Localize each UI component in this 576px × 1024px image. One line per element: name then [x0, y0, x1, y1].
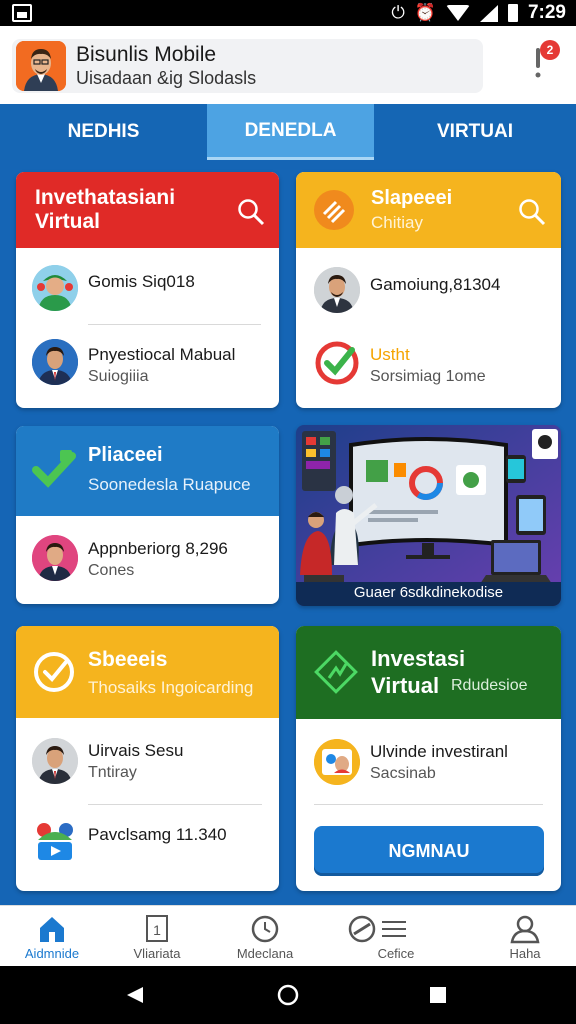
signal-icon	[479, 4, 498, 22]
card-title: Investasi	[371, 646, 466, 671]
card-header: Sbeeeis Thosaiks Ingoicarding	[16, 626, 279, 718]
nav-label: Vliariata	[133, 946, 181, 961]
row-title: Pavclsamg 11.340	[88, 825, 227, 844]
status-bar: ⏻ ⏰ 7:29	[0, 0, 576, 26]
nav-item-document[interactable]: 1 Vliariata	[109, 906, 205, 967]
card-sbeeeis[interactable]: Sbeeeis Thosaiks Ingoicarding Uirvais Se…	[16, 626, 279, 891]
nav-label: Mdeclana	[236, 946, 294, 961]
search-icon[interactable]	[518, 198, 546, 226]
virtual-meeting-illustration	[296, 425, 561, 606]
row-title: Gamoiung,81304	[370, 275, 501, 294]
card-header: Invethatasiani Virtual	[16, 172, 279, 248]
search-icon[interactable]	[237, 198, 265, 226]
nav-label: Cefice	[377, 946, 415, 961]
card-title-line2: Virtual	[371, 673, 440, 698]
divider	[314, 804, 543, 805]
primary-action-button[interactable]: NGMNAU	[314, 826, 544, 876]
row-subtitle: Suiogiiia	[88, 368, 149, 385]
image-caption: Guaer 6sdkdinekodise	[296, 582, 561, 606]
card-subtitle: Thosaiks Ingoicarding	[88, 678, 254, 697]
recents-icon[interactable]	[429, 986, 447, 1004]
nav-label: Haha	[509, 946, 541, 961]
row-subtitle: Tntiray	[88, 764, 137, 781]
tab-bar: NEDHIS DENEDLA VIRTUAI	[0, 104, 576, 160]
divider	[88, 804, 262, 805]
card-investasi-virtual[interactable]: Invethatasiani Virtual Gomis Siq018 Pnye…	[16, 172, 279, 408]
card-title: Sbeeeis	[88, 648, 168, 671]
bottom-navigation: Aidmnide 1 Vliariata Mdeclana Cefice Hah…	[0, 905, 576, 966]
avatar	[314, 739, 360, 785]
row-title: Uirvais Sesu	[88, 741, 184, 760]
person-icon	[510, 915, 540, 944]
row-subtitle: Cones	[88, 562, 135, 579]
app-title: Bisunlis Mobile	[76, 43, 217, 66]
row-title: Appnberiorg 8,296	[88, 539, 228, 558]
nav-item-list[interactable]: Cefice	[326, 906, 422, 967]
document-icon: 1	[146, 915, 168, 942]
nav-item-clock[interactable]: Mdeclana	[217, 906, 313, 967]
profile-header[interactable]: Bisunlis Mobile Uisadaan &ig Slodasls	[12, 39, 483, 93]
back-icon[interactable]	[125, 985, 145, 1005]
check-circle-icon	[34, 652, 74, 692]
card-slapeeei[interactable]: Slapeeei Chitiay Gamoiung,81304 Ustht So…	[296, 172, 561, 408]
divider	[88, 324, 261, 325]
avatar	[32, 265, 78, 311]
app-bar: Bisunlis Mobile Uisadaan &ig Slodasls	[0, 26, 576, 104]
home-button-icon[interactable]	[277, 984, 299, 1006]
row-title: Gomis Siq018	[88, 272, 195, 291]
tab-nedhis[interactable]: NEDHIS	[0, 104, 207, 160]
home-icon	[40, 917, 64, 942]
clock-time: 7:29	[527, 2, 566, 23]
card-pliaceei[interactable]: Pliaceei Soonedesla Ruapuce Appnberiorg …	[16, 426, 279, 604]
tab-virtuai[interactable]: VIRTUAI	[374, 104, 576, 160]
card-header: Investasi Virtual Rdudesioe	[296, 626, 561, 719]
nav-label: Aidmnide	[24, 946, 80, 961]
card-title: Slapeeei	[371, 187, 453, 209]
row-subtitle: Sacsinab	[370, 765, 436, 782]
gallery-icon	[12, 4, 32, 22]
row-subtitle: Sorsimiag 1ome	[370, 368, 486, 385]
avatar	[32, 535, 78, 581]
alarm-icon: ⏻	[391, 3, 405, 23]
card-header: Pliaceei Soonedesla Ruapuce	[16, 426, 279, 516]
vibrate-icon: ⏰	[414, 3, 436, 23]
nav-item-home[interactable]: Aidmnide	[4, 906, 100, 967]
avatar[interactable]	[16, 41, 66, 91]
avatar	[32, 738, 78, 784]
card-title: Pliaceei	[88, 444, 163, 466]
nav-item-profile[interactable]: Haha	[477, 906, 573, 967]
card-subtitle: Soonedesla Ruapuce	[88, 475, 251, 494]
row-title: Ulvinde investiranl	[370, 742, 508, 761]
avatar	[32, 339, 78, 385]
media-play-icon	[37, 823, 73, 860]
chart-trend-icon	[314, 650, 358, 694]
puzzle-check-icon	[32, 450, 76, 488]
tab-denedla[interactable]: DENEDLA	[207, 104, 374, 160]
card-header: Slapeeei Chitiay	[296, 172, 561, 248]
list-icon	[348, 915, 406, 943]
card-subtitle: Chitiay	[371, 213, 423, 232]
system-navigation-bar	[0, 966, 576, 1024]
card-subtitle: Rdudesioe	[451, 677, 528, 694]
avatar	[314, 267, 360, 313]
clock-icon	[251, 915, 279, 943]
row-title: Ustht	[370, 345, 410, 364]
notification-badge: 2	[540, 40, 560, 60]
card-title: Invethatasiani Virtual	[35, 186, 176, 233]
app-subtitle: Uisadaan &ig Slodasls	[76, 68, 257, 88]
row-title: Pnyestiocal Mabual	[88, 345, 236, 364]
featured-image-card[interactable]: Guaer 6sdkdinekodise	[296, 425, 561, 606]
arrows-icon	[314, 190, 354, 230]
wifi-icon	[445, 5, 470, 21]
battery-icon	[507, 4, 518, 22]
svg-text:1: 1	[153, 922, 161, 938]
check-circle-icon	[315, 341, 359, 385]
